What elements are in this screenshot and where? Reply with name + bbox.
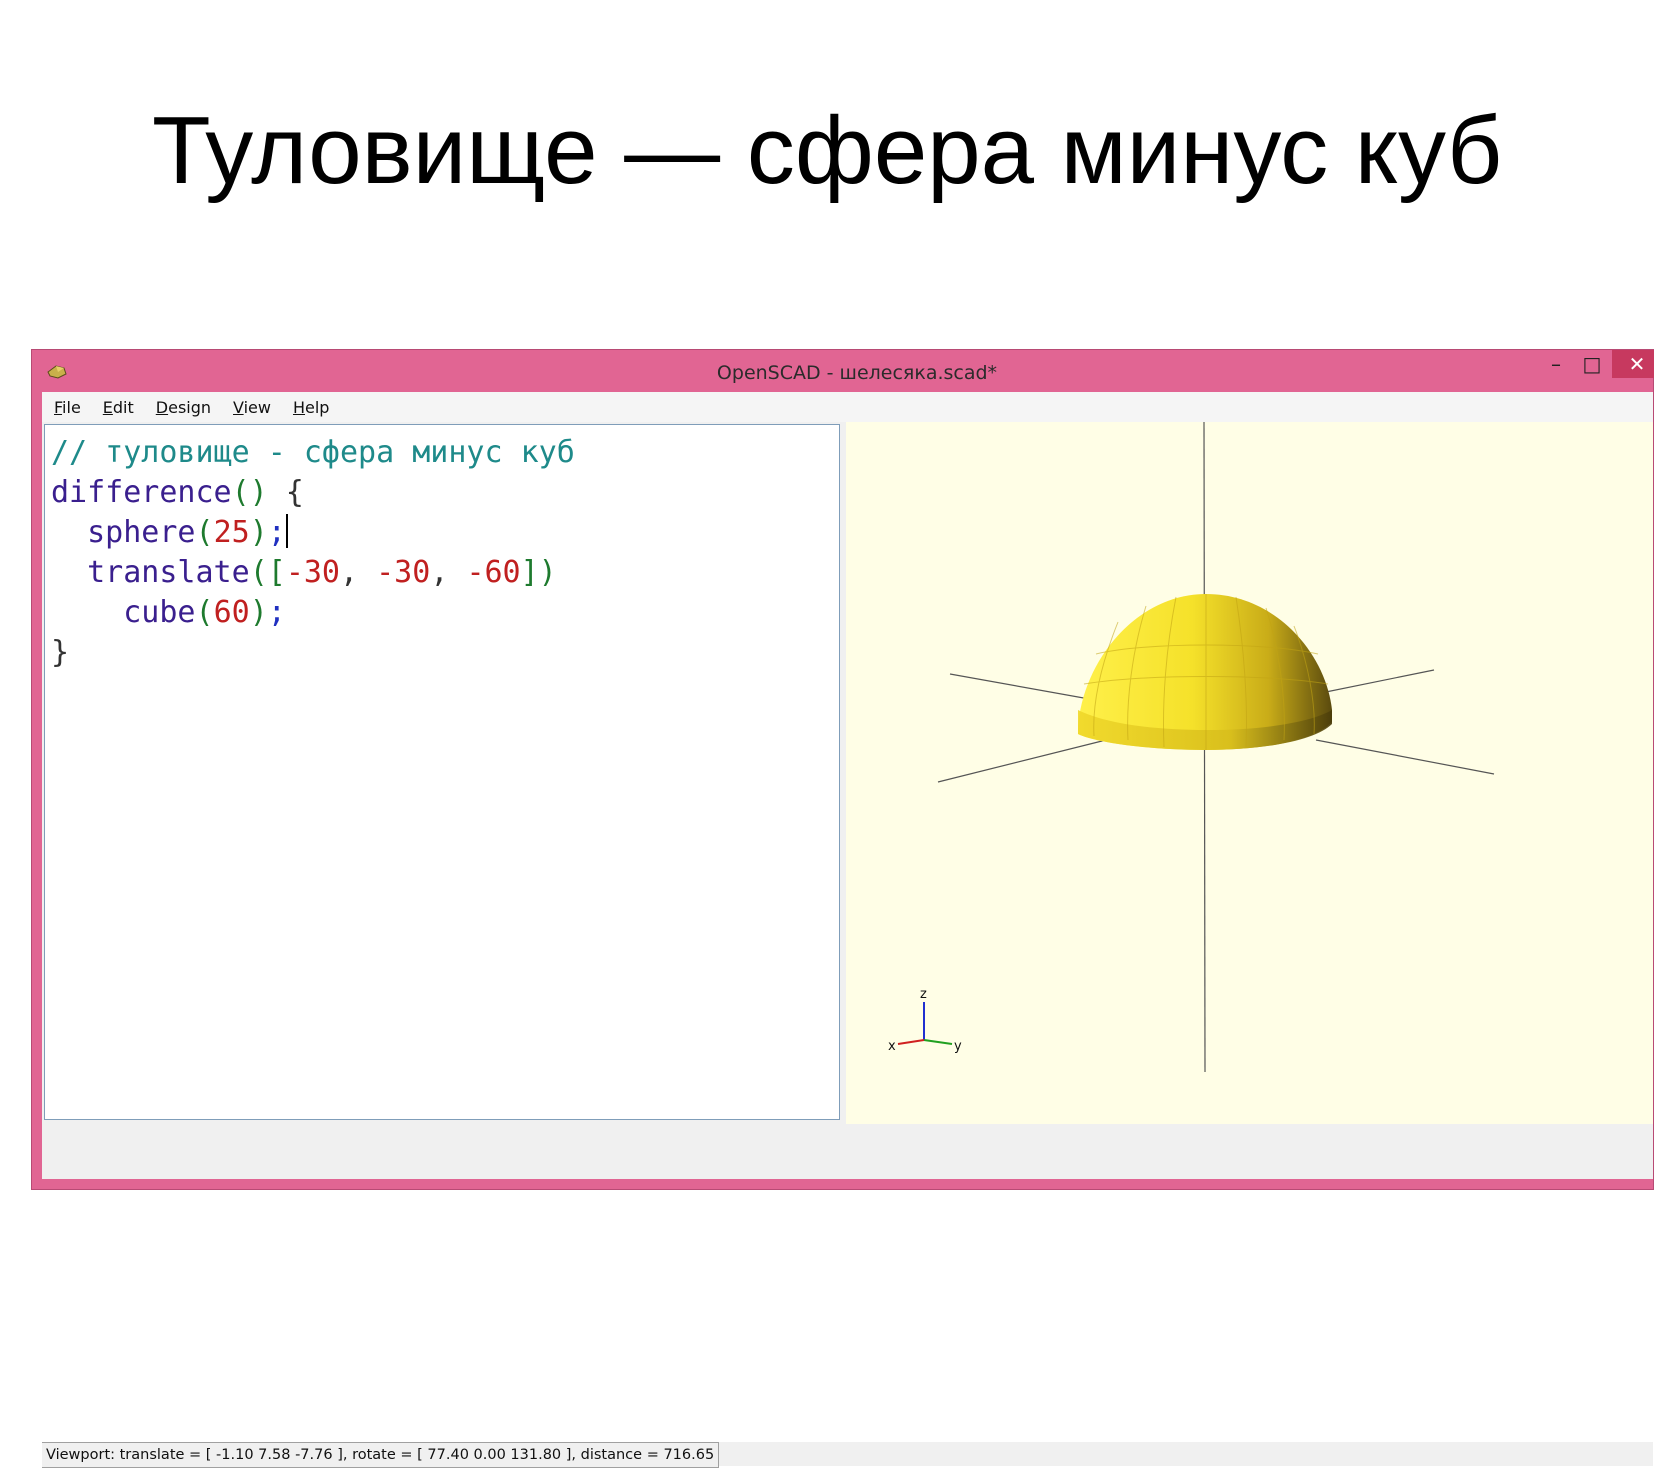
axis-line-right-upper bbox=[1315, 669, 1435, 695]
menu-edit[interactable]: Edit bbox=[103, 398, 134, 417]
menu-view[interactable]: View bbox=[233, 398, 271, 417]
menu-design[interactable]: Design bbox=[156, 398, 211, 417]
openscad-window: OpenSCAD - шелесяка.scad* – □ ✕ File Edi… bbox=[31, 349, 1654, 1468]
code-token: ([ bbox=[249, 555, 286, 590]
code-token: -60 bbox=[466, 555, 521, 590]
axis-label-z: z bbox=[920, 987, 927, 1002]
axis-label-y: y bbox=[954, 1039, 962, 1054]
code-token: -30 bbox=[376, 555, 431, 590]
code-token: ) bbox=[249, 595, 268, 630]
code-editor[interactable]: // туловище - сфера минус куб difference(… bbox=[44, 424, 840, 1120]
code-token: { bbox=[267, 475, 304, 510]
code-token: ; bbox=[267, 595, 286, 630]
code-token: translate bbox=[51, 555, 250, 590]
code-token: , bbox=[340, 555, 377, 590]
code-token: () bbox=[231, 475, 268, 510]
viewport-status-text: Viewport: translate = [ -1.10 7.58 -7.76… bbox=[42, 1442, 720, 1468]
axis-line-left-lower bbox=[937, 739, 1107, 783]
axis-line-right-lower bbox=[1315, 739, 1495, 775]
code-token: ; bbox=[267, 515, 286, 550]
code-token: 25 bbox=[213, 515, 250, 550]
menu-bar: File Edit Design View Help bbox=[42, 392, 1653, 422]
text-caret bbox=[285, 514, 288, 548]
code-token: sphere bbox=[51, 515, 196, 550]
minimize-button[interactable]: – bbox=[1536, 350, 1576, 378]
code-token: , bbox=[430, 555, 467, 590]
close-button[interactable]: ✕ bbox=[1612, 350, 1654, 378]
code-token: cube bbox=[51, 595, 196, 630]
axis-gizmo: z x y bbox=[888, 987, 962, 1054]
axis-line-left-upper bbox=[949, 673, 1107, 703]
code-token: // туловище - сфера минус куб bbox=[51, 435, 575, 470]
window-client-area: File Edit Design View Help // туловище -… bbox=[42, 392, 1653, 1468]
menu-help[interactable]: Help bbox=[293, 398, 329, 417]
code-line[interactable]: difference() { bbox=[51, 473, 833, 513]
code-token: -30 bbox=[285, 555, 340, 590]
status-bar: Viewport: translate = [ -1.10 7.58 -7.76… bbox=[42, 1442, 1653, 1468]
code-token: difference bbox=[51, 475, 232, 510]
viewport-scene: z x y bbox=[888, 422, 1495, 1073]
code-token: ) bbox=[249, 515, 268, 550]
code-line[interactable]: cube(60); bbox=[51, 593, 833, 633]
maximize-button[interactable]: □ bbox=[1572, 350, 1612, 378]
code-token: ( bbox=[195, 515, 214, 550]
code-line[interactable]: } bbox=[51, 633, 833, 673]
code-token: ]) bbox=[520, 555, 557, 590]
slide-title: Туловище — сфера минус куб bbox=[151, 97, 1503, 204]
menu-file[interactable]: File bbox=[54, 398, 81, 417]
code-token: ( bbox=[195, 595, 214, 630]
code-line[interactable]: // туловище - сфера минус куб bbox=[51, 433, 833, 473]
code-line[interactable]: translate([-30, -30, -60]) bbox=[51, 553, 833, 593]
hemisphere-model bbox=[1078, 594, 1332, 750]
3d-viewport[interactable]: z x y bbox=[846, 422, 1653, 1124]
window-titlebar[interactable]: OpenSCAD - шелесяка.scad* – □ ✕ bbox=[32, 350, 1654, 392]
window-title: OpenSCAD - шелесяка.scad* bbox=[716, 362, 998, 384]
code-token: 60 bbox=[213, 595, 250, 630]
code-line[interactable]: sphere(25); bbox=[51, 513, 833, 553]
axis-label-x: x bbox=[888, 1039, 896, 1054]
code-token: } bbox=[51, 635, 70, 670]
